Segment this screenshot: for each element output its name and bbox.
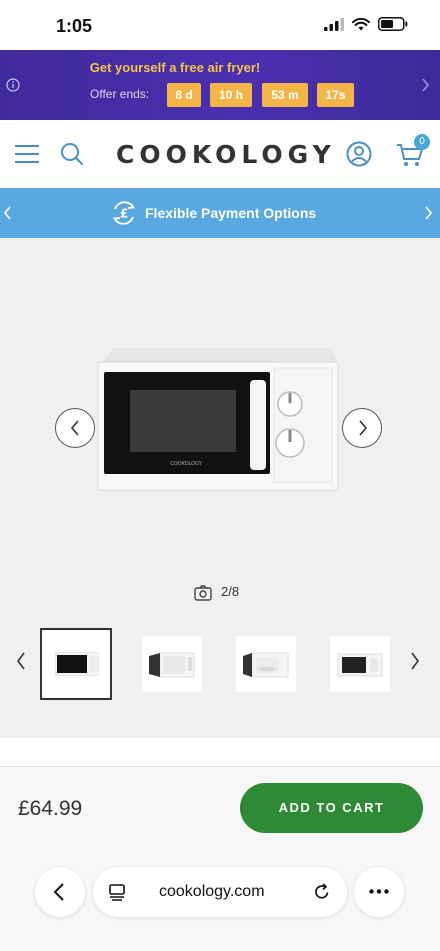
thumbnail-item[interactable] [330,636,390,692]
wifi-icon [352,17,370,30]
tab-overview-icon[interactable] [109,884,125,901]
thumbnail-item[interactable] [40,628,112,700]
microwave-interior-thumb [243,652,289,678]
status-icons [324,17,408,31]
microwave-front-thumb [55,652,99,676]
signal-icon [324,17,344,31]
payment-options-label: Flexible Payment Options [145,205,317,221]
status-bar: 1:05 [0,0,440,50]
account-icon[interactable] [346,141,372,167]
promo-title: Get yourself a free air fryer! [89,60,261,75]
browser-more-button[interactable] [354,867,404,917]
cart-count-badge: 0 [414,134,430,150]
timer-hours: 10 h [210,83,252,107]
product-gallery: COOKOLOGY 2/8 [0,238,440,738]
microwave-image[interactable]: COOKOLOGY [96,346,344,494]
site-header: COOKOLOGY [0,120,440,188]
menu-icon[interactable] [15,144,39,164]
browser-url: cookology.com [159,883,265,900]
chevron-left-icon[interactable] [4,206,12,220]
camera-icon [194,585,212,601]
chevron-right-icon[interactable] [410,652,420,670]
microwave-door-open-thumb [149,652,195,678]
pound-cycle-icon: £ [112,201,136,225]
gallery-counter: 2/8 [221,584,240,599]
thumbnail-item[interactable] [236,636,296,692]
product-price: £64.99 [18,797,83,820]
svg-text:COOKOLOGY: COOKOLOGY [170,461,202,467]
promo-banner[interactable]: Get yourself a free air fryer! Offer end… [0,50,440,120]
chevron-left-icon [70,420,79,436]
browser-back-button[interactable] [35,867,85,917]
product-page: 1:05 Get yourself a free air fryer! Offe… [0,0,440,951]
timer-seconds: 17s [317,83,354,107]
more-icon [369,889,389,894]
chevron-left-icon [53,883,64,901]
chevron-right-icon[interactable] [424,206,432,220]
search-icon[interactable] [60,142,84,166]
reload-icon[interactable] [313,883,331,901]
browser-address-bar[interactable]: cookology.com [93,867,347,917]
offer-ends-label: Offer ends: [90,87,150,101]
chevron-right-icon[interactable] [421,78,430,92]
cookology-logo[interactable]: COOKOLOGY [116,140,336,169]
info-icon[interactable] [6,78,20,92]
sticky-buy-bar: £64.99 ADD TO CART [0,767,440,951]
svg-text:£: £ [120,207,128,221]
chevron-right-icon [359,420,368,436]
payment-options-banner[interactable]: £ Flexible Payment Options [0,188,440,238]
microwave-angle-thumb [337,653,383,677]
content-gap [0,738,440,768]
chevron-left-icon[interactable] [16,652,26,670]
add-to-cart-button[interactable]: ADD TO CART [240,783,423,833]
status-time: 1:05 [56,16,93,36]
timer-days: 8 d [167,83,201,107]
gallery-next-button[interactable] [342,408,382,448]
gallery-prev-button[interactable] [55,408,95,448]
battery-icon [378,17,408,31]
thumbnail-item[interactable] [142,636,202,692]
timer-minutes: 53 m [262,83,308,107]
